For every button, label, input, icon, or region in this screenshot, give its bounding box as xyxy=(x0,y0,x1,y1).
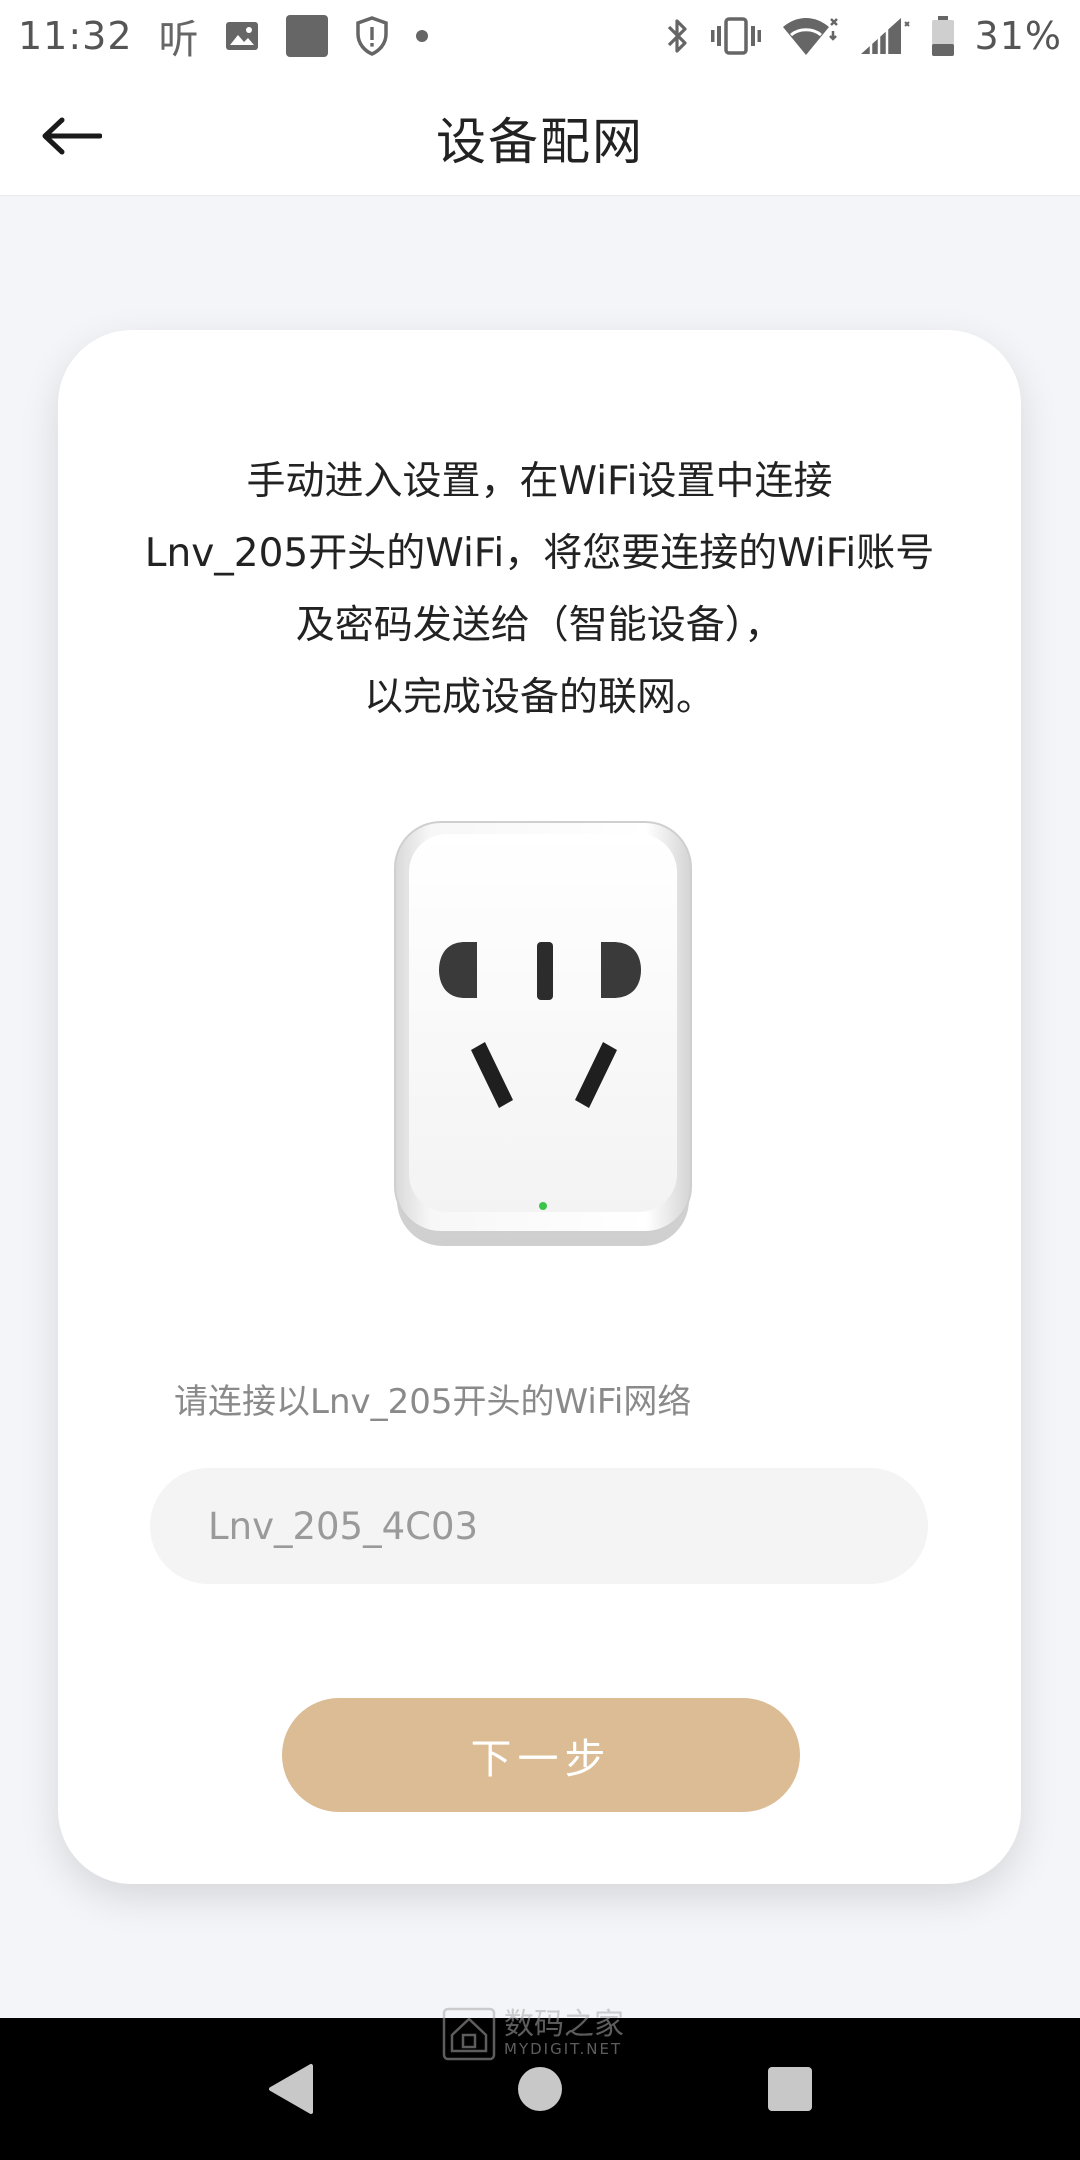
status-time: 11:32 xyxy=(18,14,133,58)
shield-alert-icon xyxy=(355,16,389,56)
instruction-line: 手动进入设置，在WiFi设置中连接 xyxy=(246,459,833,504)
recents-square-icon[interactable] xyxy=(760,2059,820,2119)
battery-icon xyxy=(931,15,955,57)
watermark-text-en: MYDIGIT.NET xyxy=(504,2040,623,2058)
battery-percent: 31% xyxy=(974,14,1062,58)
watermark-logo-icon xyxy=(442,2007,496,2061)
bluetooth-icon xyxy=(665,16,691,56)
instructions-text: 手动进入设置，在WiFi设置中连接 Lnv_205开头的WiFi，将您要连接的W… xyxy=(98,446,981,734)
back-triangle-icon[interactable] xyxy=(260,2059,320,2119)
instruction-line: 及密码发送给（智能设备）， xyxy=(295,603,784,648)
vibrate-icon xyxy=(710,16,761,56)
instruction-line: 以完成设备的联网。 xyxy=(363,675,715,720)
home-circle-icon[interactable] xyxy=(510,2059,570,2119)
page-title: 设备配网 xyxy=(436,113,644,171)
setup-card: 手动进入设置，在WiFi设置中连接 Lnv_205开头的WiFi，将您要连接的W… xyxy=(58,330,1021,1884)
ssid-field[interactable]: Lnv_205_4C03 xyxy=(150,1468,928,1584)
status-right: 31% xyxy=(665,14,1062,58)
ting-app-icon: 听 xyxy=(158,17,199,63)
dot-icon xyxy=(415,29,429,43)
header: 设备配网 xyxy=(0,72,1080,196)
wifi-hint-label: 请连接以Lnv_205开头的WiFi网络 xyxy=(174,1382,692,1422)
watermark: 数码之家 MYDIGIT.NET xyxy=(442,2004,642,2064)
smart-plug-image xyxy=(391,820,695,1250)
wifi-icon xyxy=(781,15,839,57)
watermark-text-cn: 数码之家 xyxy=(504,2007,624,2042)
square-app-icon xyxy=(285,14,329,58)
signal-icon xyxy=(859,16,911,56)
instruction-line: Lnv_205开头的WiFi，将您要连接的WiFi账号 xyxy=(144,531,935,576)
status-bar: 11:32 听 31% xyxy=(0,0,1080,72)
image-icon xyxy=(225,21,259,51)
next-step-button[interactable]: 下一步 xyxy=(282,1698,800,1812)
ssid-value: Lnv_205_4C03 xyxy=(208,1504,479,1548)
status-left: 11:32 听 xyxy=(18,7,429,65)
